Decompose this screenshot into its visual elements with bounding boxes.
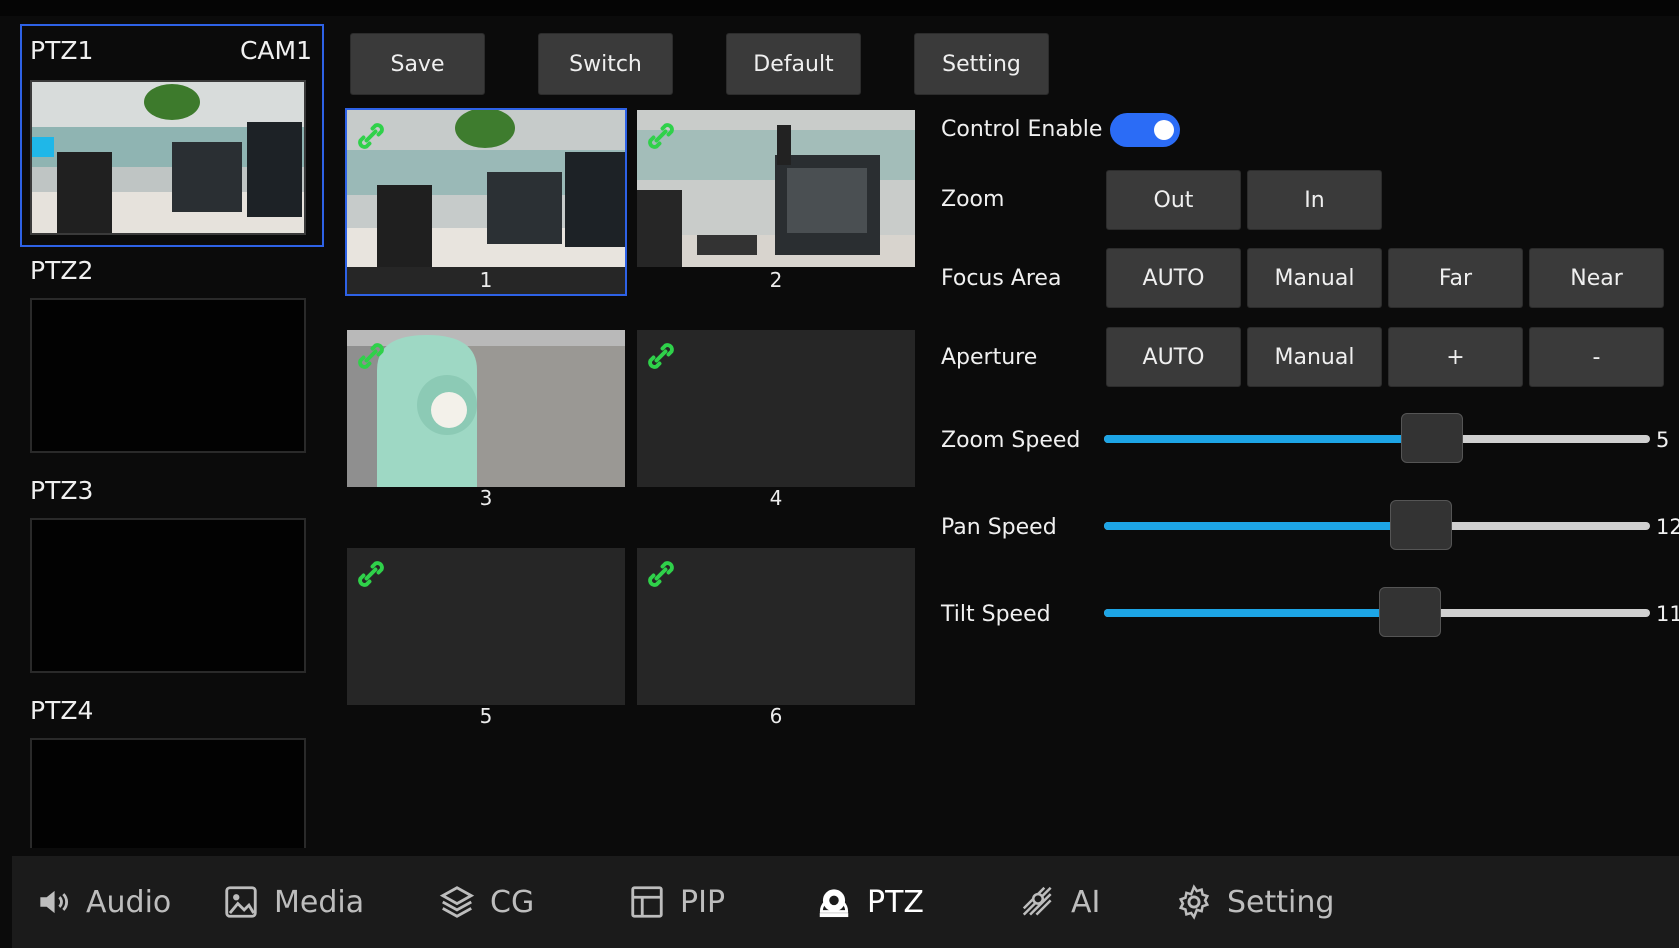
aperture-label: Aperture (941, 345, 1038, 370)
ptz-preview (30, 518, 306, 673)
zoom-speed-slider[interactable] (1104, 413, 1650, 463)
nav-audio[interactable]: Audio (34, 856, 171, 948)
nav-label: Setting (1227, 884, 1335, 920)
ptz-card-name: PTZ3 (30, 476, 94, 505)
ptz-card-3[interactable]: PTZ3 (22, 476, 322, 676)
slider-fill (1104, 609, 1410, 617)
control-enable-label: Control Enable (941, 117, 1103, 142)
speaker-icon (40, 890, 68, 914)
save-button[interactable]: Save (350, 33, 485, 95)
focus-manual-button[interactable]: Manual (1247, 248, 1382, 308)
top-strip (0, 0, 1679, 16)
slider-fill (1104, 522, 1421, 530)
switch-button[interactable]: Switch (538, 33, 673, 95)
preset-number: 3 (479, 486, 493, 510)
tilt-speed-slider[interactable] (1104, 587, 1650, 637)
focus-far-button[interactable]: Far (1388, 248, 1523, 308)
preset-4[interactable] (637, 330, 915, 487)
nav-label: CG (490, 884, 535, 920)
slider-thumb[interactable] (1400, 413, 1463, 463)
zoom-speed-label: Zoom Speed (941, 428, 1081, 453)
focus-near-button[interactable]: Near (1529, 248, 1664, 308)
ptz-card-4[interactable]: PTZ4 (22, 696, 322, 856)
zoom-speed-value: 5 (1656, 428, 1670, 452)
nav-label: Audio (86, 884, 172, 920)
aperture-plus-button[interactable]: + (1388, 327, 1523, 387)
focus-area-label: Focus Area (941, 266, 1062, 291)
nav-setting[interactable]: Setting (1175, 856, 1334, 948)
tilt-speed-value: 11 (1656, 602, 1679, 626)
preset-number: 5 (479, 704, 493, 728)
link-icon (648, 343, 674, 369)
tilt-speed-label: Tilt Speed (941, 602, 1051, 627)
ptz-card-name: PTZ2 (30, 256, 94, 285)
preset-number: 4 (769, 486, 783, 510)
image-icon (225, 886, 257, 918)
zoom-label: Zoom (941, 187, 1005, 212)
link-icon (358, 123, 384, 149)
nav-label: PIP (680, 884, 726, 920)
nav-ai[interactable]: AI (1019, 856, 1100, 948)
preset-1[interactable] (345, 108, 627, 296)
zoom-in-button[interactable]: In (1247, 170, 1382, 230)
ai-icon (1022, 886, 1052, 916)
ptz-card-name: PTZ1 (30, 36, 94, 65)
preset-number: 2 (769, 268, 783, 292)
layout-icon (631, 886, 663, 918)
nav-cg[interactable]: CG (438, 856, 534, 948)
preset-5[interactable] (347, 548, 625, 705)
ptz-card-2[interactable]: PTZ2 (22, 256, 322, 456)
pan-speed-label: Pan Speed (941, 515, 1057, 540)
link-icon (358, 343, 384, 369)
default-button[interactable]: Default (726, 33, 861, 95)
link-icon (648, 561, 674, 587)
pan-speed-value: 12 (1656, 515, 1679, 539)
bottom-nav: Audio Media CG PIP PTZ AI Setting (12, 856, 1679, 948)
nav-label: AI (1071, 884, 1101, 920)
gear-icon (1178, 884, 1210, 920)
ptz-preview (30, 80, 306, 235)
nav-media[interactable]: Media (222, 856, 364, 948)
link-icon (358, 561, 384, 587)
ptz-card-cam: CAM1 (239, 36, 312, 65)
preset-3[interactable] (347, 330, 625, 487)
preset-6[interactable] (637, 548, 915, 705)
nav-label: Media (274, 884, 365, 920)
camera-icon (819, 889, 849, 918)
ptz-card-name: PTZ4 (30, 696, 94, 725)
link-icon (648, 123, 674, 149)
slider-thumb[interactable] (1378, 587, 1441, 637)
nav-ptz[interactable]: PTZ (815, 856, 924, 948)
preset-2[interactable] (637, 110, 915, 267)
setting-button[interactable]: Setting (914, 33, 1049, 95)
aperture-manual-button[interactable]: Manual (1247, 327, 1382, 387)
toggle-knob (1154, 120, 1174, 140)
control-enable-toggle[interactable] (1110, 113, 1180, 147)
zoom-out-button[interactable]: Out (1106, 170, 1241, 230)
nav-label: PTZ (867, 884, 924, 920)
aperture-auto-button[interactable]: AUTO (1106, 327, 1241, 387)
focus-auto-button[interactable]: AUTO (1106, 248, 1241, 308)
slider-fill (1104, 435, 1432, 443)
ptz-preview (30, 298, 306, 453)
preset-number: 6 (769, 704, 783, 728)
aperture-minus-button[interactable]: - (1529, 327, 1664, 387)
pan-speed-slider[interactable] (1104, 500, 1650, 550)
layers-icon (439, 886, 475, 918)
ptz-card-1[interactable]: PTZ1 CAM1 (20, 24, 324, 247)
ptz-preview (30, 738, 306, 848)
preset-number: 1 (479, 268, 493, 292)
nav-pip[interactable]: PIP (628, 856, 725, 948)
slider-thumb[interactable] (1389, 500, 1452, 550)
